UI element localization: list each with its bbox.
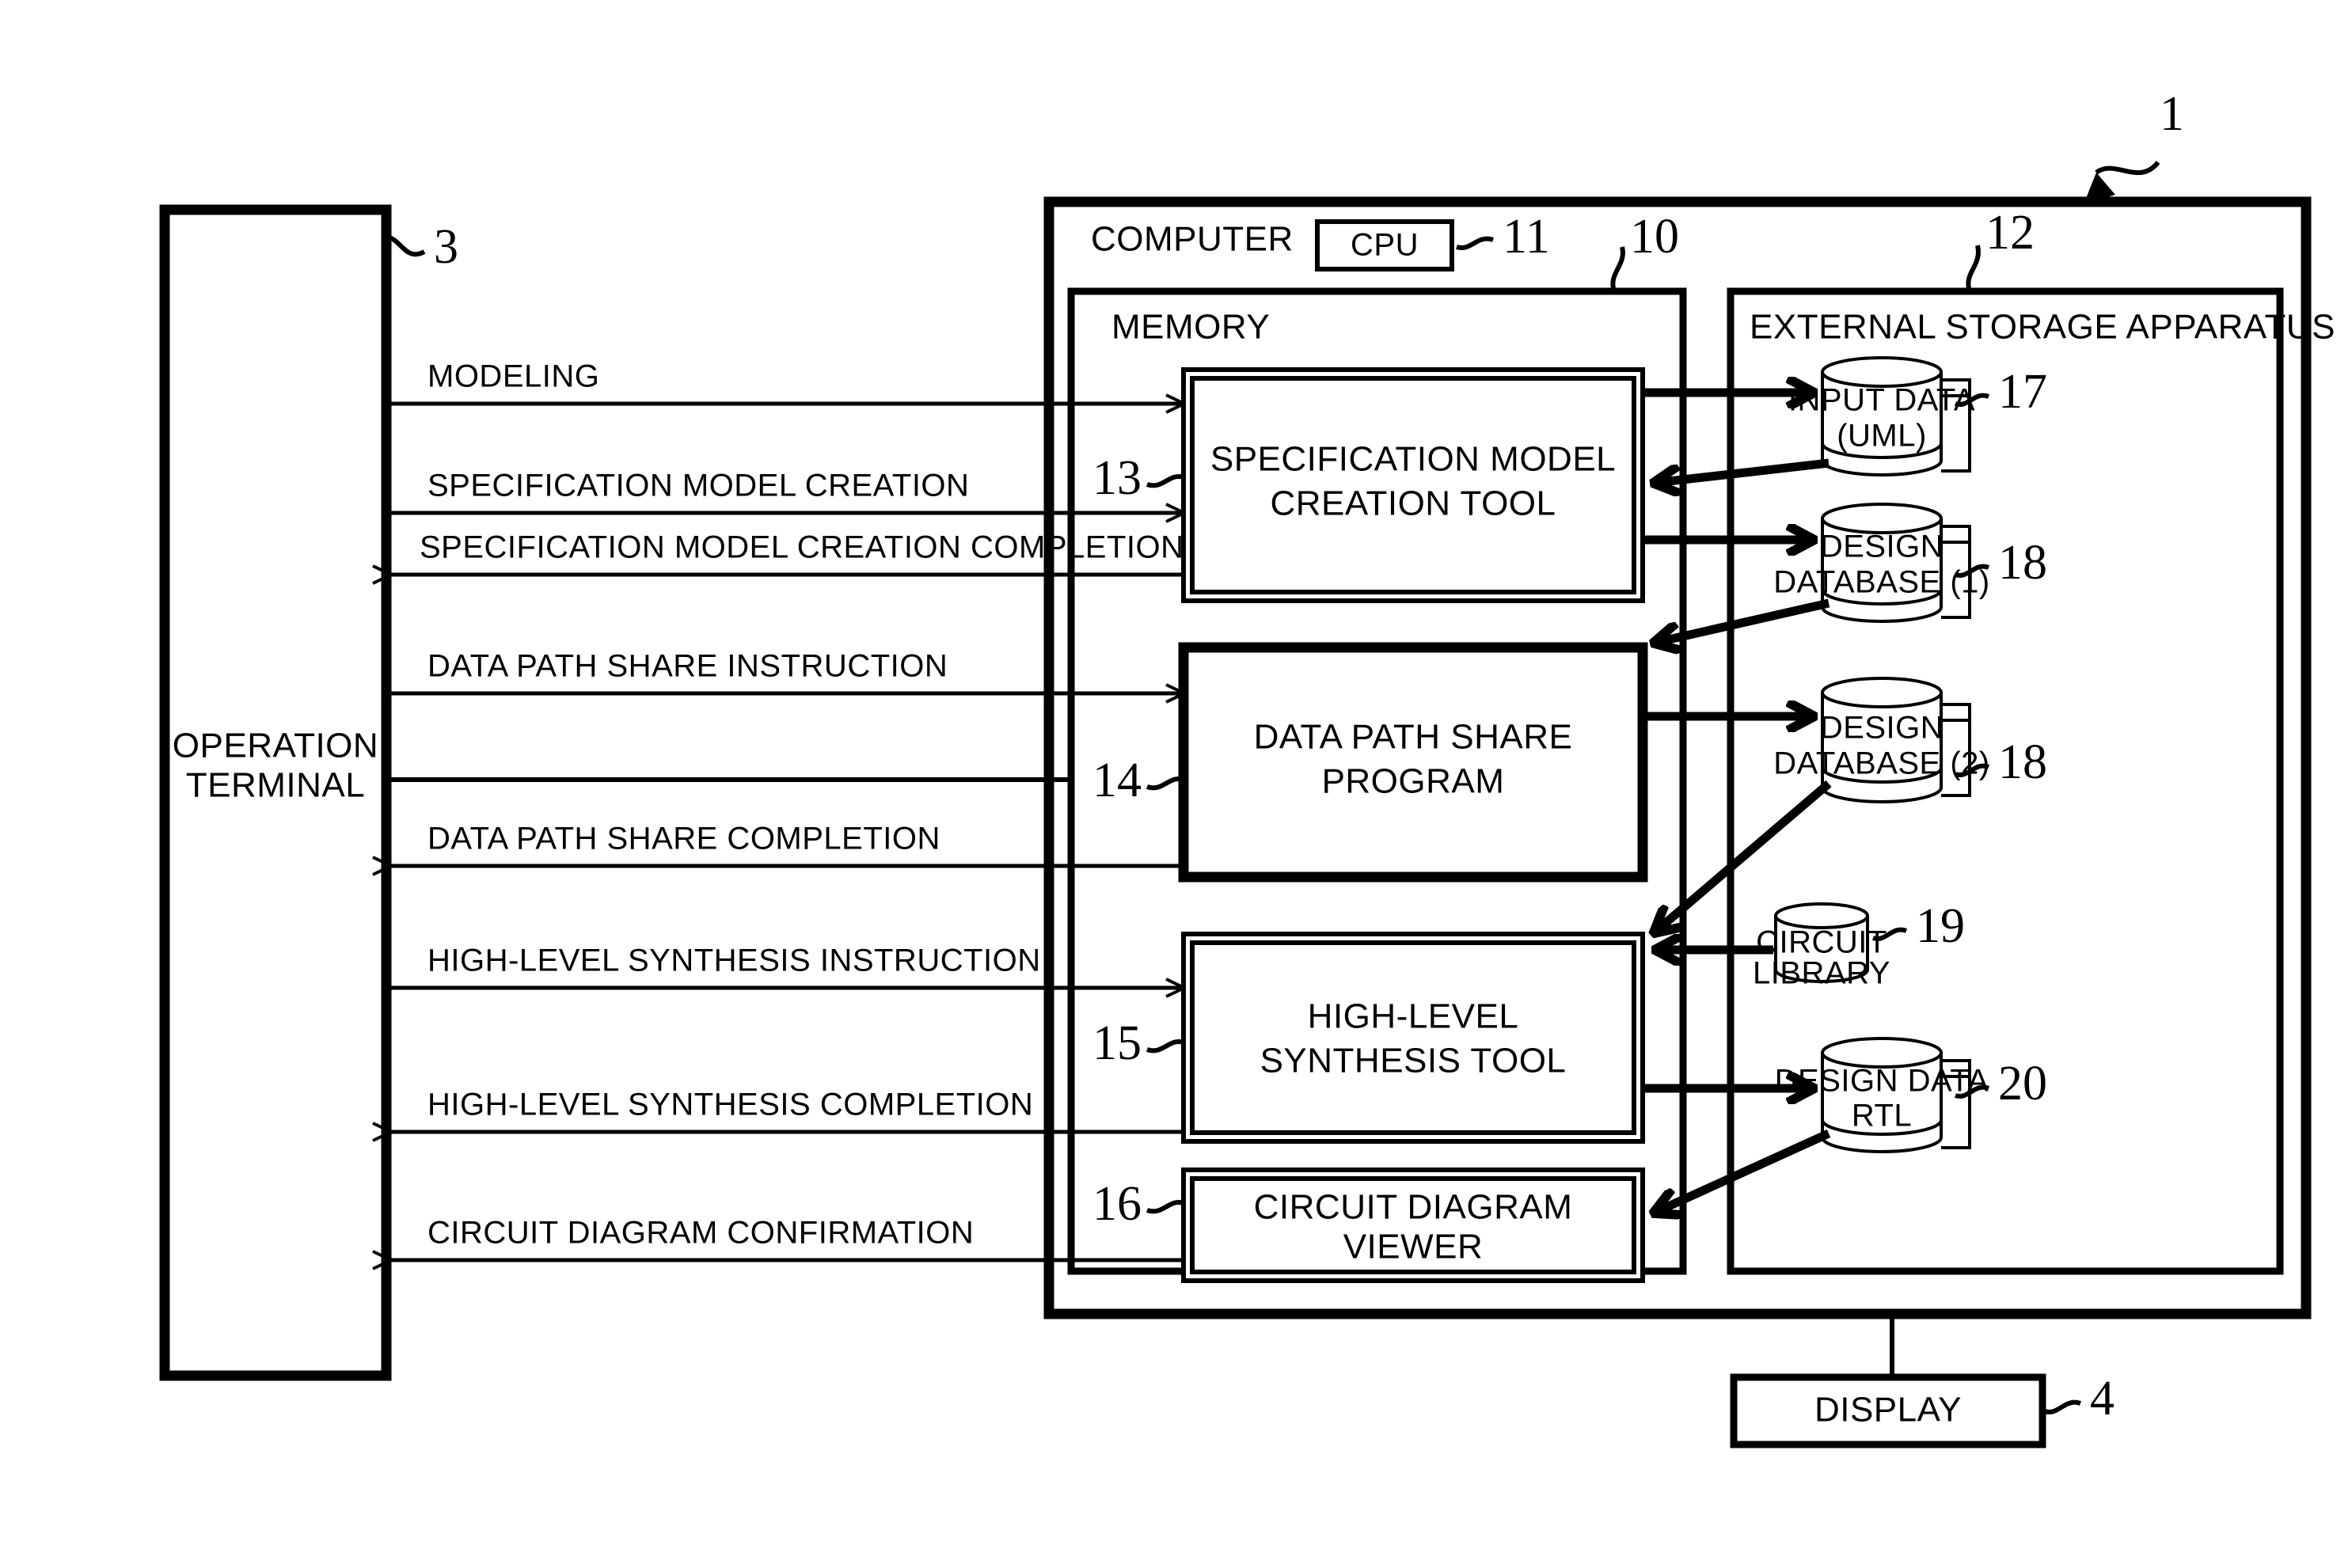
module-15-inner (1190, 940, 1636, 1135)
store-18b-top (1821, 677, 1943, 708)
store-19-label-line2: LIBRARY (1753, 956, 1890, 991)
display-ref-number: 4 (2090, 1372, 2115, 1426)
figure-canvas: OPERATION TERMINAL 3 COMPUTER 1 CPU 11 1… (0, 0, 2352, 1568)
terminal-ref-number: 3 (434, 220, 458, 274)
computer-title: COMPUTER (1091, 220, 1294, 259)
storage-ref-number: 12 (1985, 206, 2035, 260)
external-storage-title: EXTERNAL STORAGE APPARATUS (1750, 308, 2335, 347)
module-14-ref-number: 14 (1092, 754, 1142, 807)
store-19-ref-number: 19 (1916, 899, 1965, 953)
display-unit: DISPLAY 4 (1730, 1314, 2115, 1448)
message-label-2: SPECIFICATION MODEL CREATION COMPLETION (420, 530, 1184, 565)
operation-terminal-label-line1: OPERATION (173, 727, 378, 765)
store-20-ref-number: 20 (1998, 1057, 2047, 1111)
system-block-diagram: OPERATION TERMINAL 3 COMPUTER 1 CPU 11 1… (159, 87, 2335, 1448)
display-label: DISPLAY (1814, 1391, 1962, 1429)
operation-terminal: OPERATION TERMINAL 3 (159, 204, 458, 1381)
module-15-label-line1: HIGH-LEVEL (1308, 997, 1519, 1036)
store-18b-ref-number: 18 (1998, 735, 2047, 789)
system-ref-number: 1 (2160, 87, 2184, 141)
memory-ref-number: 10 (1630, 210, 1679, 264)
message-label-6: HIGH-LEVEL SYNTHESIS COMPLETION (427, 1088, 1033, 1122)
cpu-label: CPU (1351, 228, 1419, 263)
message-label-5: HIGH-LEVEL SYNTHESIS INSTRUCTION (427, 943, 1041, 978)
message-label-0: MODELING (427, 359, 599, 394)
module-14-label-line1: DATA PATH SHARE (1254, 718, 1573, 757)
store-18a-label-line1: DESIGN (1820, 530, 1944, 564)
operation-terminal-label-line2: TERMINAL (186, 766, 365, 805)
system-ref-leader (2095, 160, 2160, 176)
store-20-label-line1: DESIGN DATA (1775, 1064, 1989, 1099)
store-17-label-line1: INPUT DATA (1788, 383, 1975, 418)
module-13-ref-number: 13 (1092, 451, 1142, 505)
module-16-ref-number: 16 (1092, 1177, 1142, 1231)
module-16-label-line1: CIRCUIT DIAGRAM (1254, 1188, 1573, 1227)
message-label-1: SPECIFICATION MODEL CREATION (427, 469, 969, 503)
store-19-label-line1: CIRCUIT (1756, 925, 1887, 960)
module-15-label-line2: SYNTHESIS TOOL (1260, 1042, 1567, 1080)
store-20-label-line2: RTL (1852, 1099, 1912, 1133)
message-label-3: DATA PATH SHARE INSTRUCTION (427, 649, 948, 684)
message-label-4: DATA PATH SHARE COMPLETION (427, 822, 940, 856)
terminal-ref-leader (388, 235, 426, 257)
store-18b-label-line1: DESIGN (1820, 711, 1944, 746)
cpu-ref-number: 11 (1503, 210, 1550, 264)
store-18a-label-line2: DATABASE (1) (1773, 565, 1989, 600)
display-ref-leader (2044, 1399, 2081, 1414)
message-label-7: CIRCUIT DIAGRAM CONFIRMATION (427, 1216, 974, 1251)
store-19-top (1774, 902, 1869, 929)
module-13-label-line1: SPECIFICATION MODEL (1210, 440, 1616, 479)
store-17-label-line2: (UML) (1837, 419, 1927, 454)
module-13-label-line2: CREATION TOOL (1270, 484, 1556, 523)
store-18a-ref-number: 18 (1998, 536, 2047, 590)
memory-title: MEMORY (1111, 308, 1270, 347)
module-15-ref-number: 15 (1092, 1016, 1142, 1070)
module-14-label-line2: PROGRAM (1322, 762, 1505, 801)
store-17-ref-number: 17 (1998, 365, 2047, 419)
module-16-label-line2: VIEWER (1343, 1228, 1484, 1266)
